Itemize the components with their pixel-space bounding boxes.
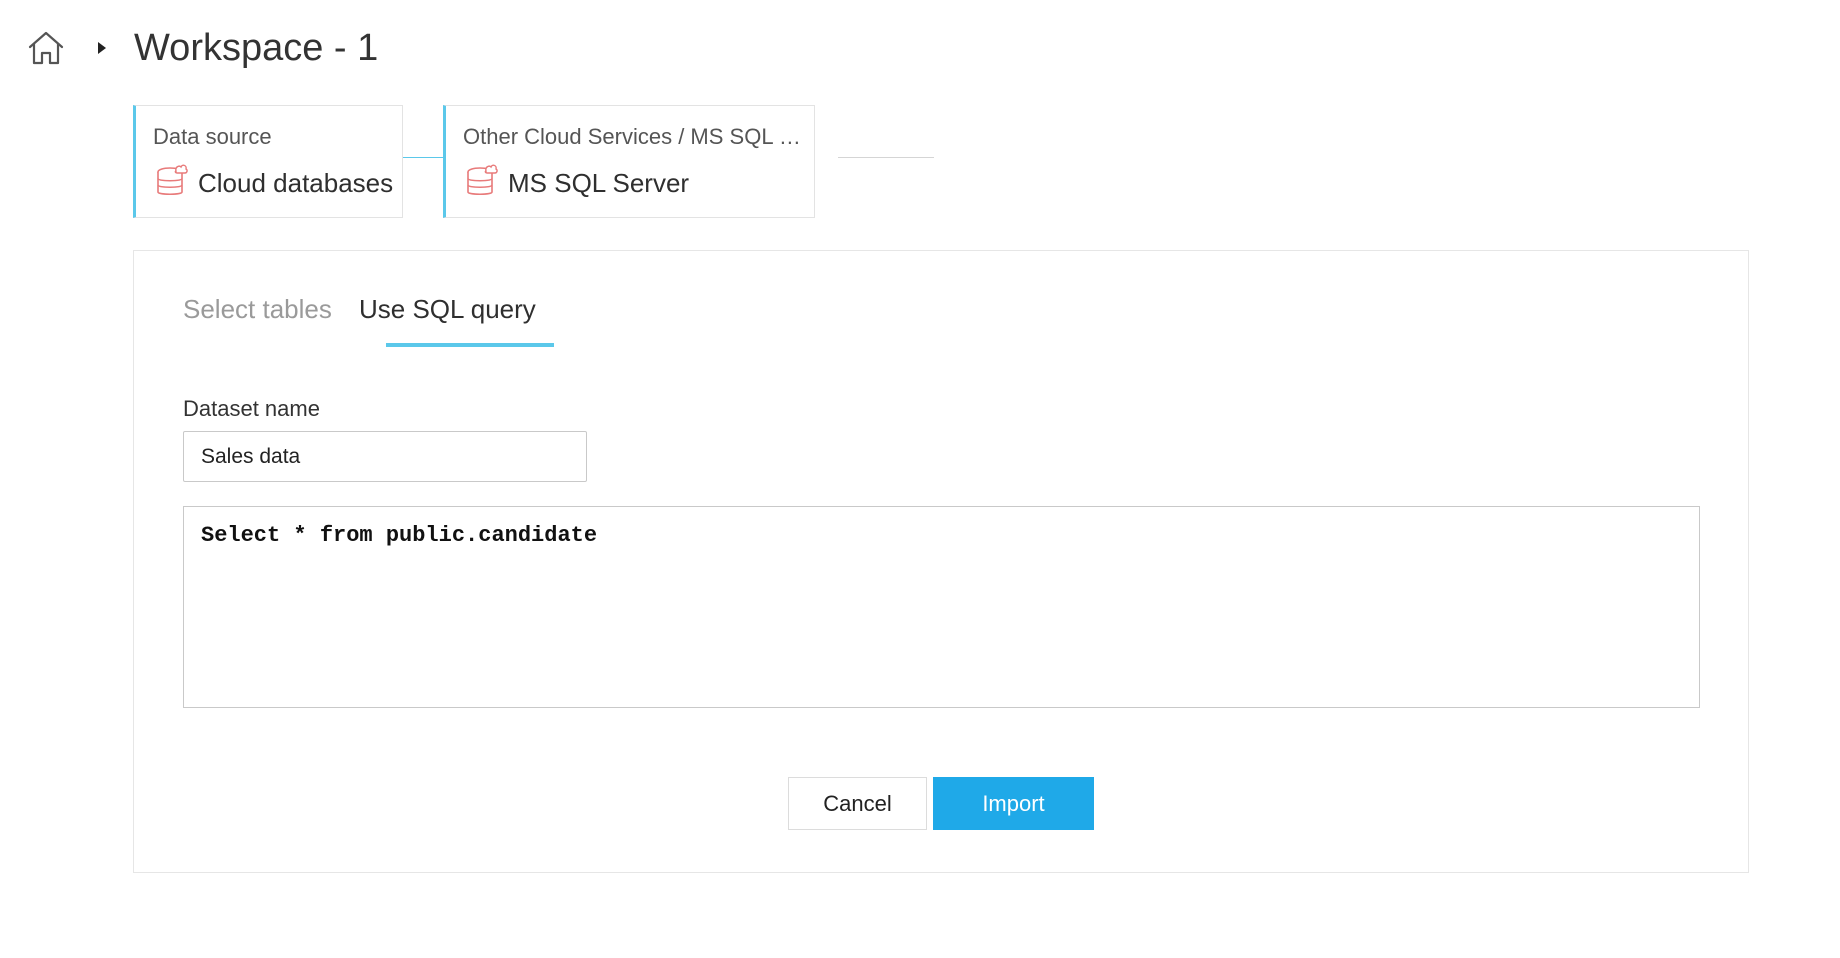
import-button[interactable]: Import (933, 777, 1094, 830)
cloud-database-icon (466, 162, 508, 205)
sql-query-editor[interactable]: Select * from public.candidate (183, 506, 1700, 708)
step-card-data-source[interactable]: Data source Cloud databases (133, 105, 403, 218)
dataset-name-input[interactable] (183, 431, 587, 482)
tab-use-sql-query[interactable]: Use SQL query (359, 291, 536, 327)
dataset-name-label: Dataset name (183, 396, 320, 421)
step-value: MS SQL Server (508, 168, 690, 198)
header: Workspace - 1 (0, 0, 1840, 96)
cancel-button[interactable]: Cancel (788, 777, 927, 830)
step-connector (403, 157, 443, 158)
step-value: Cloud databases (198, 168, 394, 198)
tab-select-tables[interactable]: Select tables (183, 291, 332, 327)
import-panel: Select tables Use SQL query Dataset name… (133, 250, 1749, 873)
step-label: Other Cloud Services / MS SQL S... (463, 124, 803, 149)
step-connector-pending (838, 157, 934, 158)
step-value-row: Cloud databases (156, 162, 393, 205)
cloud-database-icon (156, 162, 198, 205)
step-value-row: MS SQL Server (466, 162, 689, 205)
step-card-connection[interactable]: Other Cloud Services / MS SQL S... MS SQ… (443, 105, 815, 218)
active-tab-indicator (386, 343, 554, 347)
page-title: Workspace - 1 (134, 27, 379, 69)
step-label: Data source (153, 124, 272, 149)
caret-right-icon (96, 40, 108, 56)
home-icon[interactable] (26, 28, 66, 68)
